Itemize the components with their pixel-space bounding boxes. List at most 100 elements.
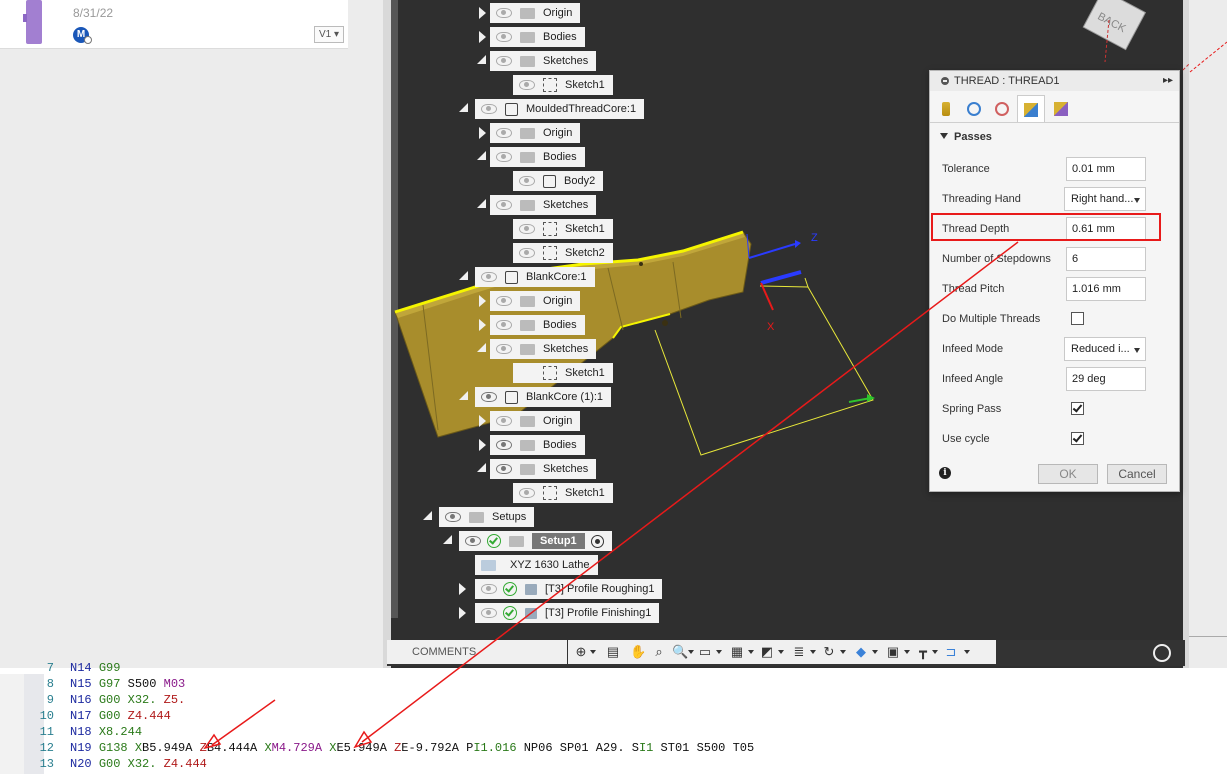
tab-geometry[interactable] xyxy=(961,95,987,121)
visibility-eye-icon[interactable] xyxy=(519,176,535,187)
tree-node-bodies[interactable]: Bodies xyxy=(490,27,585,47)
code-line[interactable]: 7 N14 G99 xyxy=(0,660,121,676)
activate-target-icon[interactable] xyxy=(590,534,604,548)
collapse-arrow[interactable] xyxy=(423,511,432,520)
tree-node-body[interactable]: Body2 xyxy=(513,171,604,191)
refresh-icon[interactable]: ↻ xyxy=(822,645,836,659)
tree-node-sketches[interactable]: Sketches xyxy=(490,195,597,215)
visibility-eye-icon[interactable] xyxy=(496,32,512,43)
collapse-arrow[interactable] xyxy=(477,343,486,352)
tab-passes[interactable] xyxy=(1017,95,1045,122)
threading-hand-dropdown[interactable]: Right hand... xyxy=(1064,187,1146,211)
collapse-arrow[interactable] xyxy=(477,199,486,208)
section-icon[interactable]: ≣ xyxy=(792,645,806,659)
version-dropdown[interactable]: V1 ▾ xyxy=(314,26,344,43)
tree-node-origin[interactable]: Origin xyxy=(490,411,581,431)
visibility-eye-icon[interactable] xyxy=(496,464,512,475)
visibility-eye-icon[interactable] xyxy=(519,488,535,499)
visibility-eye-icon[interactable] xyxy=(481,272,497,283)
shape-icon[interactable]: ◆ xyxy=(854,645,868,659)
visibility-eye-icon[interactable] xyxy=(496,320,512,331)
tree-node-sketch[interactable]: Sketch1 xyxy=(513,483,613,503)
cancel-button[interactable]: Cancel xyxy=(1107,464,1167,484)
tree-node-sketch[interactable]: Sketch2 xyxy=(513,243,613,263)
file-card[interactable]: 8/31/22 M V1 ▾ xyxy=(0,0,348,49)
chevron-down-icon[interactable] xyxy=(778,650,784,654)
visibility-eye-icon[interactable] xyxy=(481,392,497,403)
chevron-down-icon[interactable] xyxy=(590,650,596,654)
chevron-down-icon[interactable] xyxy=(872,650,878,654)
collapse-arrow[interactable] xyxy=(477,463,486,472)
tree-node-bodies[interactable]: Bodies xyxy=(490,315,585,335)
tree-node-origin[interactable]: Origin xyxy=(490,123,581,143)
visibility-eye-icon[interactable] xyxy=(465,536,481,547)
chevron-down-icon[interactable] xyxy=(688,650,694,654)
visibility-eye-icon[interactable] xyxy=(519,80,535,91)
infeed-mode-dropdown[interactable]: Reduced i... xyxy=(1064,337,1146,361)
visibility-eye-icon[interactable] xyxy=(496,56,512,67)
section-header-passes[interactable]: Passes xyxy=(940,131,992,143)
collapse-arrow[interactable] xyxy=(477,151,486,160)
dialog-title-bar[interactable]: THREAD : THREAD1 ▸▸ xyxy=(930,71,1179,91)
chevron-down-icon[interactable] xyxy=(932,650,938,654)
tree-node-machine[interactable]: XYZ 1630 Lathe xyxy=(475,555,598,575)
tree-node-operation[interactable]: [T3] Profile Finishing1 xyxy=(475,603,660,623)
code-line[interactable]: 12 N19 G138 XB5.949A ZB4.444A XM4.729A XE… xyxy=(0,740,755,756)
nc-code-editor[interactable]: 7 N14 G99 8 N15 G97 S500 M03 9 N16 G00 X32. Z… xyxy=(0,661,1227,774)
tab-linking[interactable] xyxy=(1048,95,1074,121)
expand-arrow[interactable] xyxy=(479,31,486,43)
file-thumbnail[interactable] xyxy=(23,0,42,44)
visibility-eye-icon[interactable] xyxy=(481,584,497,595)
code-line[interactable]: 13 N20 G00 X32. Z4.444 xyxy=(0,756,207,772)
tree-node-origin[interactable]: Origin xyxy=(490,3,581,23)
tolerance-input[interactable]: 0.01 mm xyxy=(1066,157,1146,181)
display-settings-icon[interactable]: ▭ xyxy=(698,645,712,659)
spring-pass-checkbox[interactable] xyxy=(1071,402,1084,415)
tool-holder-icon[interactable]: ┳ xyxy=(916,645,930,659)
visibility-eye-icon[interactable] xyxy=(496,200,512,211)
multiple-threads-checkbox[interactable] xyxy=(1071,312,1084,325)
info-icon[interactable]: i xyxy=(939,467,951,479)
tree-node-component[interactable]: BlankCore (1):1 xyxy=(475,387,612,407)
code-line[interactable]: 10 N17 G00 Z4.444 xyxy=(0,708,171,724)
expand-dialog-icon[interactable]: ▸▸ xyxy=(1163,71,1173,91)
tree-node-sketch[interactable]: Sketch1 xyxy=(513,219,613,239)
visibility-eye-icon[interactable] xyxy=(496,416,512,427)
look-at-icon[interactable]: ▤ xyxy=(606,645,620,659)
expand-arrow[interactable] xyxy=(459,583,466,595)
viewports-icon[interactable]: ◩ xyxy=(760,645,774,659)
chevron-down-icon[interactable] xyxy=(840,650,846,654)
view-cube[interactable]: BACK xyxy=(1082,0,1147,51)
tree-node-bodies[interactable]: Bodies xyxy=(490,435,585,455)
code-line[interactable]: 9 N16 G00 X32. Z5. xyxy=(0,692,185,708)
tab-radii[interactable] xyxy=(989,95,1015,121)
visibility-eye-icon[interactable] xyxy=(496,296,512,307)
visibility-eye-icon[interactable] xyxy=(519,248,535,259)
visibility-eye-icon[interactable] xyxy=(519,224,535,235)
visibility-eye-icon[interactable] xyxy=(481,104,497,115)
pan-hand-icon[interactable]: ✋ xyxy=(630,645,646,659)
visibility-eye-icon[interactable] xyxy=(496,344,512,355)
zoom-icon[interactable]: ⌕ xyxy=(652,645,666,659)
collapse-arrow[interactable] xyxy=(459,391,468,400)
tree-node-sketch[interactable]: Sketch1 xyxy=(513,75,613,95)
infeed-angle-input[interactable]: 29 deg xyxy=(1066,367,1146,391)
visibility-eye-icon[interactable] xyxy=(496,128,512,139)
tree-node-component[interactable]: MouldedThreadCore:1 xyxy=(475,99,645,119)
tree-node-component[interactable]: BlankCore:1 xyxy=(475,267,595,287)
tree-node-sketches[interactable]: Sketches xyxy=(490,339,597,359)
collapse-arrow[interactable] xyxy=(477,55,486,64)
tree-node-operation[interactable]: [T3] Profile Roughing1 xyxy=(475,579,663,599)
collapse-arrow[interactable] xyxy=(443,535,452,544)
tree-node-setup[interactable]: Setup1 xyxy=(459,531,612,551)
expand-arrow[interactable] xyxy=(479,127,486,139)
tree-node-sketches[interactable]: Sketches xyxy=(490,459,597,479)
expand-arrow[interactable] xyxy=(479,415,486,427)
comments-panel-toggle[interactable]: COMMENTS xyxy=(387,640,567,664)
orbit-icon[interactable]: ⊕ xyxy=(574,645,588,659)
thread-pitch-input[interactable]: 1.016 mm xyxy=(1066,277,1146,301)
chevron-down-icon[interactable] xyxy=(904,650,910,654)
grid-icon[interactable]: ▦ xyxy=(730,645,744,659)
stepdowns-input[interactable]: 6 xyxy=(1066,247,1146,271)
tree-node-sketch[interactable]: Sketch1 xyxy=(513,363,613,383)
